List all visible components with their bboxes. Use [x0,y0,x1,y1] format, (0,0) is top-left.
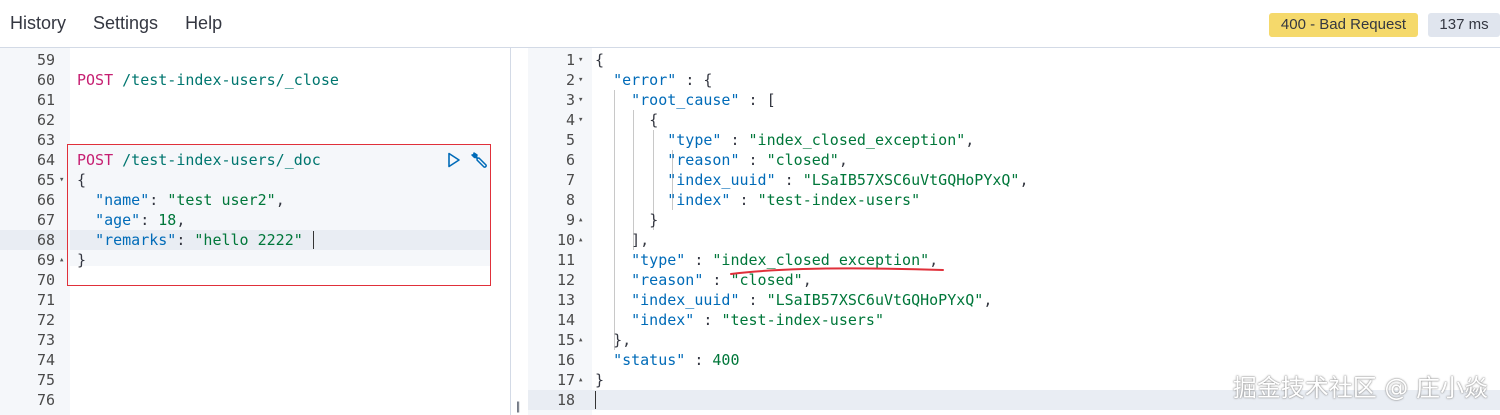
fold-toggle-icon[interactable]: ▴ [59,250,64,270]
line-number: 66 [36,191,55,209]
fold-toggle-icon[interactable]: ▴ [578,370,583,390]
fold-toggle-icon[interactable]: ▾ [578,90,583,110]
line-number: 70 [36,271,55,289]
response-code-line: } [649,211,659,229]
line-number: 72 [36,311,55,329]
menu-history[interactable]: History [10,13,66,34]
resizer-grip-icon[interactable]: || [516,399,520,413]
request-editor[interactable]: 59 60 POST /test-index-users/_close 61 62 63 6… [0,48,510,415]
line-number: 68 [36,231,55,249]
request-code-line[interactable]: { [77,170,86,190]
fold-toggle-icon[interactable]: ▴ [578,230,583,250]
menu-help[interactable]: Help [185,13,222,34]
line-number: 16 [556,351,575,369]
line-number: 8 [565,191,575,209]
response-code-line: } [595,371,605,389]
line-number: 69 [36,251,55,269]
play-icon[interactable] [447,152,461,172]
fold-toggle-icon[interactable]: ▾ [578,110,583,130]
watermark: 掘金技术社区 @ 庄小焱 [1232,374,1488,402]
request-code-line[interactable]: "remarks": "hello 2222" [77,230,303,250]
response-code-line: ], [631,231,650,249]
response-code-line: "index_uuid" : "LSaIB57XSC6uVtGQHoPYxQ", [631,291,993,309]
line-number: 14 [556,311,575,329]
line-number: 74 [36,351,55,369]
request-code-line[interactable]: "name": "test user2", [77,190,285,210]
line-number: 71 [36,291,55,309]
response-time-badge: 137 ms [1428,13,1500,37]
fold-toggle-icon[interactable]: ▾ [578,70,583,90]
line-number: 75 [36,371,55,389]
response-code-line: "error" : { [613,71,713,89]
response-code-line: { [649,111,659,129]
fold-toggle-icon[interactable]: ▾ [578,50,583,70]
line-number: 9 [565,211,575,229]
console-toolbar: History Settings Help 400 - Bad Request … [0,0,1500,48]
line-number: 7 [565,171,575,189]
response-code-line: }, [613,331,632,349]
request-code-line[interactable]: POST /test-index-users/_close [77,70,339,90]
response-code-line: "index" : "test-index-users" [631,311,884,329]
response-code-line: "reason" : "closed", [667,151,848,169]
line-number: 6 [565,151,575,169]
top-menu: History Settings Help [0,0,239,47]
response-code-line: { [595,51,605,69]
red-annotation-underline [728,264,948,282]
line-number: 62 [36,111,55,129]
line-number: 2 [565,71,575,89]
line-number: 64 [36,151,55,169]
line-number: 59 [36,51,55,69]
menu-settings[interactable]: Settings [93,13,158,34]
line-number: 4 [565,111,575,129]
line-number: 61 [36,91,55,109]
response-code-line: "type" : "index_closed_exception", [667,131,975,149]
line-number: 67 [36,211,55,229]
line-number: 10 [556,231,575,249]
wrench-icon[interactable] [470,150,490,174]
response-viewer[interactable]: 1 ▾{2 ▾ "error" : {3 ▾ "root_cause" : [4 ▾ {… [528,48,1500,415]
line-number: 17 [556,371,575,389]
line-number: 65 [36,171,55,189]
line-number: 76 [36,391,55,409]
line-number: 60 [36,71,55,89]
response-code-line: "status" : 400 [613,351,740,369]
response-status-badge: 400 - Bad Request [1268,13,1418,37]
line-number: 73 [36,331,55,349]
request-code-line[interactable]: POST /test-index-users/_doc [77,150,321,170]
line-number: 15 [556,331,575,349]
response-code-line: "index_uuid" : "LSaIB57XSC6uVtGQHoPYxQ", [667,171,1029,189]
line-number: 63 [36,131,55,149]
line-number: 18 [556,391,575,409]
text-cursor [595,391,596,409]
fold-toggle-icon[interactable]: ▾ [59,170,64,190]
line-number: 11 [556,251,575,269]
text-cursor [313,231,314,249]
line-number: 13 [556,291,575,309]
line-number: 5 [565,131,575,149]
fold-toggle-icon[interactable]: ▴ [578,210,583,230]
response-code-line: "root_cause" : [ [631,91,776,109]
response-code-line: "index" : "test-index-users" [667,191,921,209]
line-number: 3 [565,91,575,109]
line-number: 1 [565,51,575,69]
fold-toggle-icon[interactable]: ▴ [578,330,583,350]
request-code-line[interactable]: } [77,250,86,270]
line-number: 12 [556,271,575,289]
pane-resizer[interactable]: || [510,48,529,415]
request-code-line[interactable]: "age": 18, [77,210,185,230]
